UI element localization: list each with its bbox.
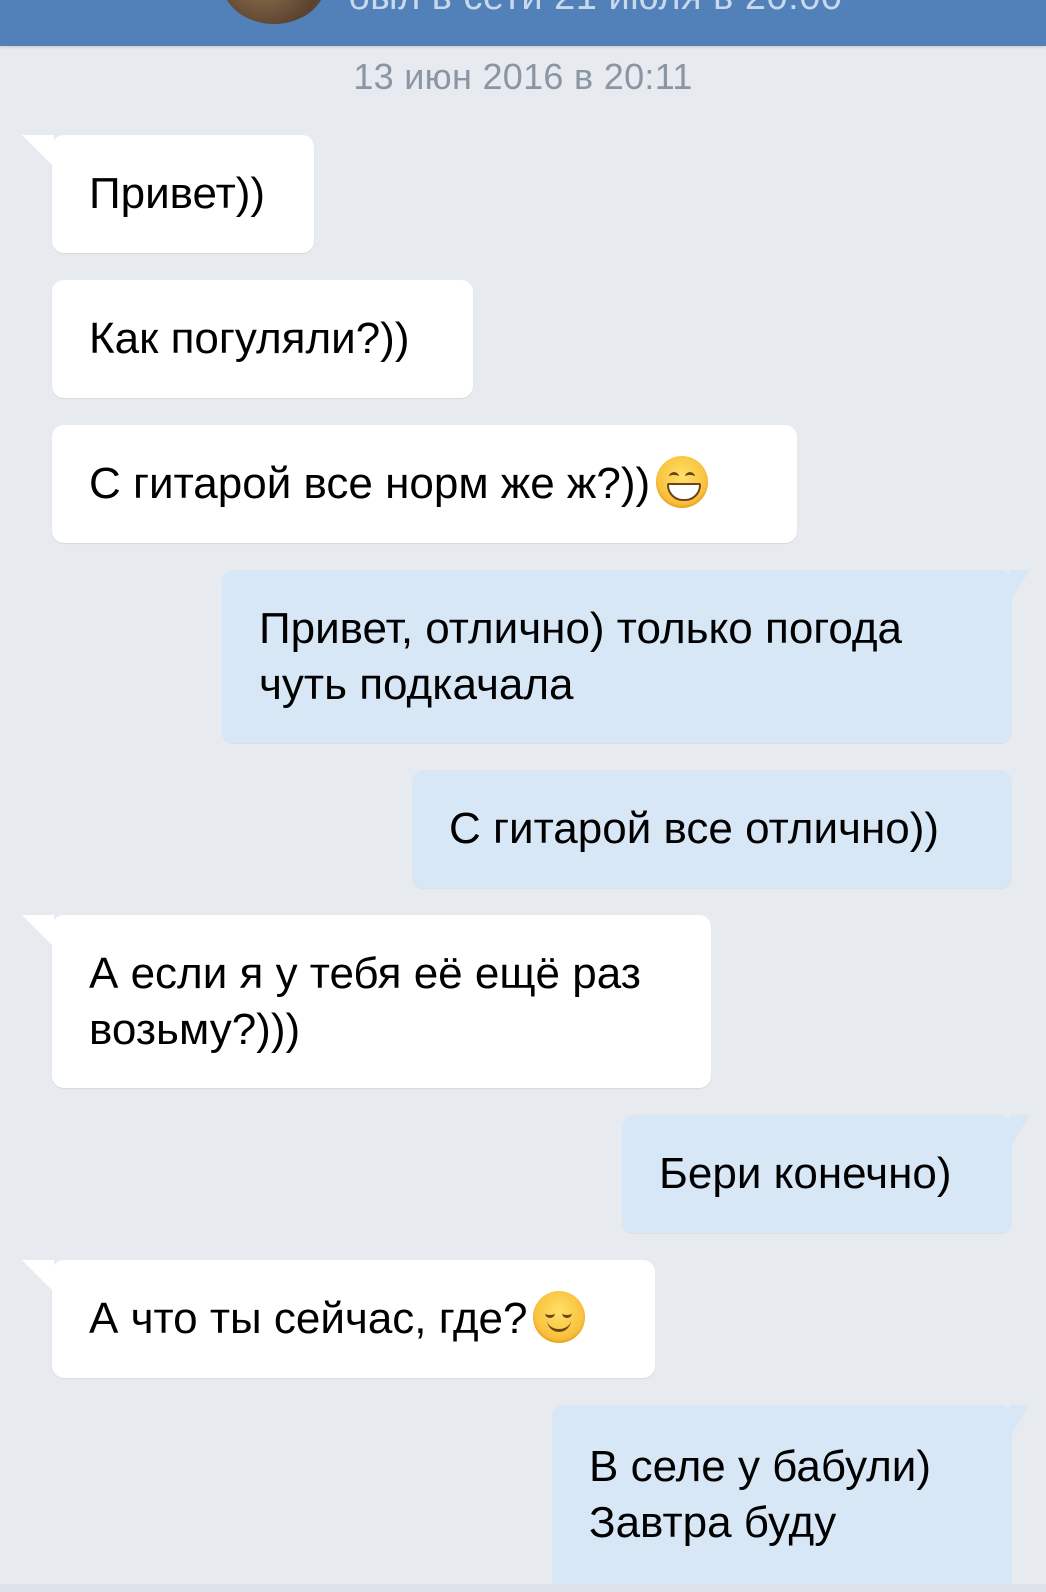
message-bubble-incoming[interactable]: Привет)) (22, 135, 314, 253)
message-text: Бери конечно) (659, 1149, 952, 1198)
relieved-face-icon (533, 1291, 586, 1343)
chat-header: был в сети 21 июля в 20:00 (0, 0, 1046, 46)
bubble-tail (22, 1260, 54, 1292)
message-bubble-outgoing[interactable]: В селе у бабули) Завтра буду (552, 1405, 1030, 1584)
message-bubble-outgoing[interactable]: Бери конечно) (622, 1115, 1030, 1233)
online-status: был в сети 21 июля в 20:00 (348, 0, 842, 19)
message-text: Привет)) (89, 169, 266, 218)
message-bubble-incoming[interactable]: С гитарой все норм же ж?)) (52, 425, 797, 543)
message-text: С гитарой все отлично)) (449, 804, 940, 853)
message-bubble-outgoing[interactable]: Привет, отлично) только погода чуть подк… (222, 570, 1030, 743)
message-text: Как погуляли?)) (89, 314, 410, 363)
bubble-tail (22, 915, 54, 947)
message-bubble-incoming[interactable]: Как погуляли?)) (52, 280, 473, 398)
composer-edge (0, 1584, 1046, 1592)
bubble-tail (1010, 1405, 1030, 1437)
grinning-face-icon (656, 456, 709, 508)
bubble-tail (1010, 1115, 1030, 1147)
message-text: А что ты сейчас, где? (89, 1294, 528, 1343)
bubble-tail (22, 135, 54, 167)
message-bubble-outgoing[interactable]: С гитарой все отлично)) (412, 770, 1012, 888)
message-text: Привет, отлично) только погода чуть подк… (259, 603, 903, 709)
date-separator: 13 июн 2016 в 20:11 (353, 56, 693, 97)
bubble-tail (1010, 570, 1030, 602)
avatar[interactable] (222, 0, 326, 24)
message-text: С гитарой все норм же ж?)) (89, 459, 651, 508)
message-bubble-incoming[interactable]: А что ты сейчас, где? (22, 1260, 655, 1378)
message-text: В селе у бабули) Завтра буду (589, 1441, 932, 1547)
message-text: А если я у тебя её ещё раз возьму?))) (89, 948, 641, 1054)
message-bubble-incoming[interactable]: А если я у тебя её ещё раз возьму?))) (22, 915, 711, 1088)
